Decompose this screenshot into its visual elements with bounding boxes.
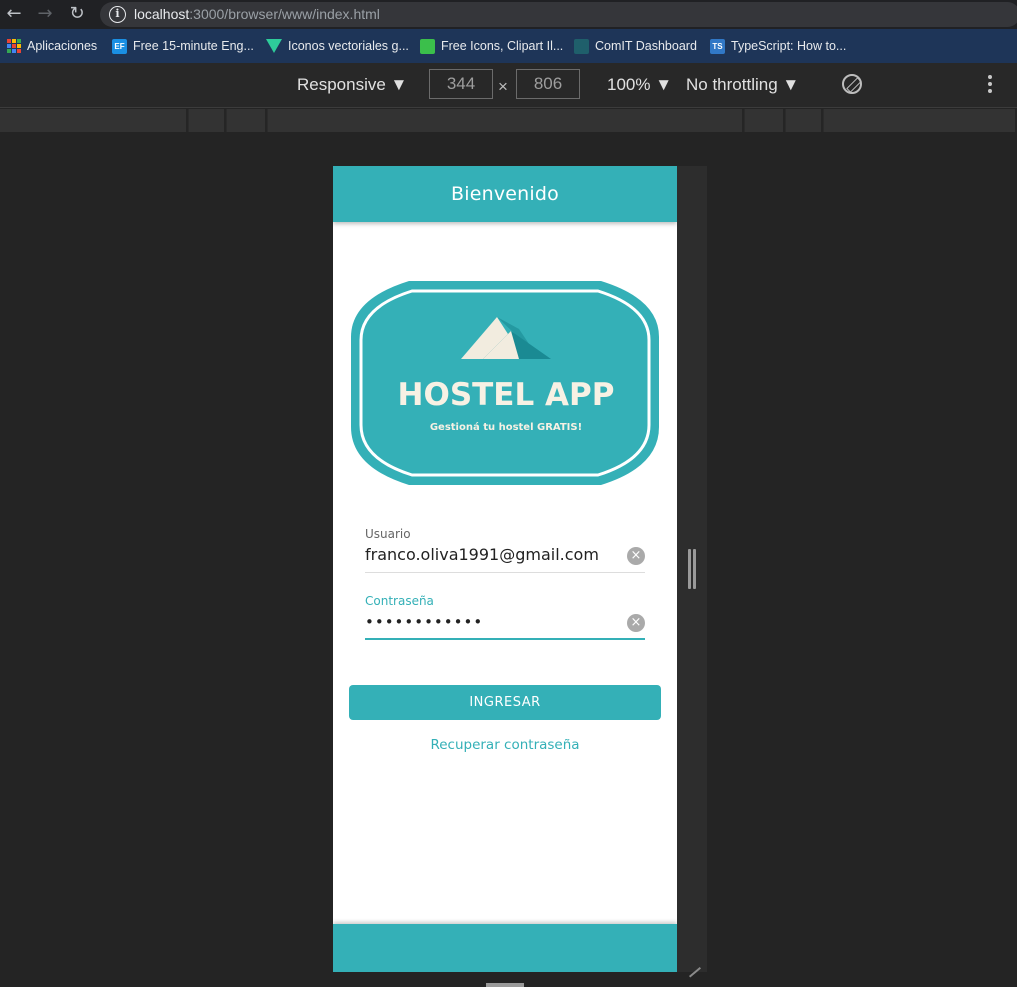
logo-tagline: Gestioná tu hostel GRATIS! [430, 421, 582, 433]
bookmark-typescript[interactable]: TS TypeScript: How to... [710, 38, 846, 54]
forward-arrow-icon[interactable]: → [35, 4, 55, 24]
media-query-segment[interactable] [227, 109, 267, 132]
username-input[interactable]: franco.oliva1991@gmail.com × [365, 543, 645, 573]
url-text[interactable]: localhost:3000/browser/www/index.html [134, 6, 380, 22]
comit-icon [574, 38, 589, 54]
app-footer [333, 924, 677, 972]
throttling-select[interactable]: No throttling ▼ [686, 75, 799, 95]
app-header: Bienvenido [333, 166, 677, 222]
password-input[interactable]: •••••••••••• × [365, 610, 645, 640]
bottom-resize-handle[interactable] [486, 983, 524, 987]
back-arrow-icon[interactable]: ← [4, 4, 24, 24]
device-toolbar: Responsive ▼ 344 × 806 100% ▼ No throttl… [0, 63, 1017, 108]
username-value[interactable]: franco.oliva1991@gmail.com [365, 545, 599, 564]
ts-icon: TS [710, 38, 725, 54]
bookmarks-bar: Aplicaciones EF Free 15-minute Eng... Ic… [0, 29, 1017, 63]
browser-toolbar: ← → ↻ i localhost:3000/browser/www/index… [0, 0, 1017, 29]
bookmark-apps[interactable]: Aplicaciones [7, 38, 97, 54]
clipart-icon [420, 38, 435, 54]
bookmark-comit[interactable]: ComIT Dashboard [574, 38, 697, 54]
logo-title: HOSTEL APP [398, 377, 615, 413]
more-options-icon[interactable] [988, 75, 992, 96]
media-query-segment[interactable] [189, 109, 226, 132]
rotate-icon[interactable] [842, 74, 862, 94]
password-label: Contraseña [365, 594, 434, 608]
media-query-segment[interactable] [745, 109, 785, 132]
ef-icon: EF [112, 38, 127, 54]
media-query-bar [0, 109, 1017, 132]
zoom-select[interactable]: 100% ▼ [607, 75, 672, 95]
bookmark-clipart[interactable]: Free Icons, Clipart Il... [420, 38, 563, 54]
clear-icon[interactable]: × [627, 547, 645, 565]
login-button[interactable]: INGRESAR [349, 685, 661, 720]
hostel-app-logo: HOSTEL APP Gestioná tu hostel GRATIS! [351, 281, 659, 485]
password-value[interactable]: •••••••••••• [365, 613, 483, 631]
vector-icon [266, 39, 282, 53]
bookmark-ef[interactable]: EF Free 15-minute Eng... [112, 38, 254, 54]
bookmark-vector-icons[interactable]: Iconos vectoriales g... [266, 38, 409, 54]
media-query-segment[interactable] [824, 109, 1017, 132]
clear-icon[interactable]: × [627, 614, 645, 632]
media-query-segment[interactable] [0, 109, 188, 132]
media-query-segment[interactable] [268, 109, 744, 132]
device-mode-select[interactable]: Responsive ▼ [297, 75, 407, 95]
dimension-separator-icon: × [498, 77, 508, 96]
username-field: Usuario franco.oliva1991@gmail.com × [365, 527, 645, 573]
device-viewport: Bienvenido HOSTEL APP Gestioná tu hostel… [333, 166, 677, 972]
reload-icon[interactable]: ↻ [67, 4, 87, 24]
address-bar[interactable]: i localhost:3000/browser/www/index.html [100, 2, 1017, 27]
recover-password-link[interactable]: Recuperar contraseña [333, 737, 677, 753]
info-icon[interactable]: i [109, 6, 126, 23]
username-label: Usuario [365, 527, 411, 541]
password-field: Contraseña •••••••••••• × [365, 594, 645, 640]
width-input[interactable]: 344 [429, 69, 493, 99]
apps-grid-icon [7, 39, 21, 53]
height-input[interactable]: 806 [516, 69, 580, 99]
media-query-segment[interactable] [786, 109, 823, 132]
resize-handle-icon[interactable] [688, 549, 696, 589]
page-title: Bienvenido [451, 183, 559, 205]
